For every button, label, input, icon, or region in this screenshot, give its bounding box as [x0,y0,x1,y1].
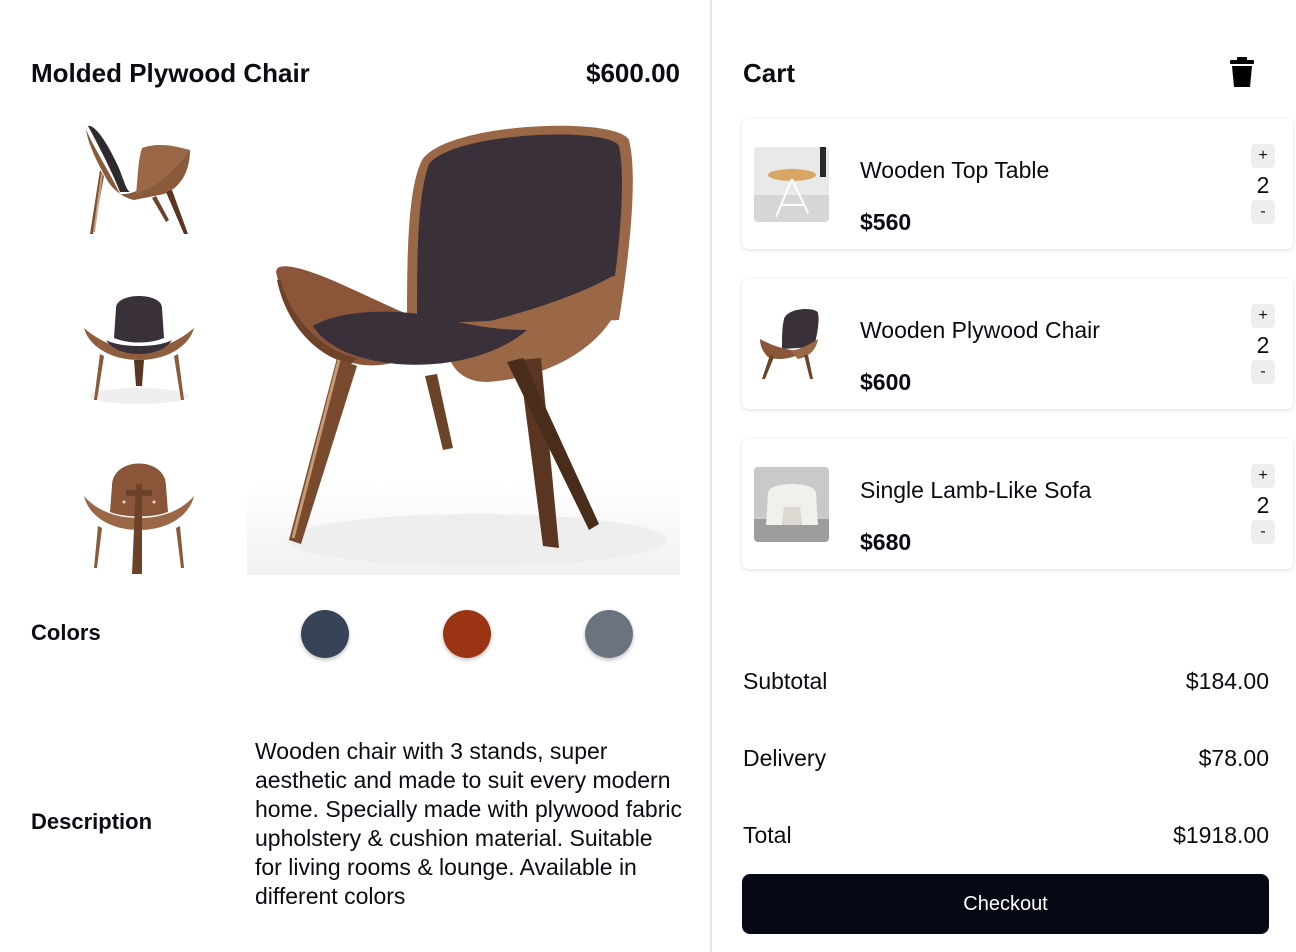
quantity-value: 2 [1256,172,1270,198]
cart-item-price: $600 [860,369,912,395]
total-value: $1918.00 [1173,822,1269,848]
thumbnail-back-view[interactable] [80,456,198,574]
color-swatch-gray[interactable] [585,610,633,658]
thumbnail-side-view[interactable] [80,120,198,238]
cart-item: Single Lamb-Like Sofa $680 + 2 - [742,439,1293,569]
total-label: Total [743,822,792,848]
color-swatch-slate[interactable] [301,610,349,658]
quantity-decrease-button[interactable]: - [1251,200,1275,224]
cart-item-name: Single Lamb-Like Sofa [860,477,1092,503]
cart-title: Cart [743,58,796,88]
quantity-decrease-button[interactable]: - [1251,520,1275,544]
checkout-button[interactable]: Checkout [742,874,1269,934]
colors-label: Colors [31,620,101,645]
trash-icon[interactable] [1229,56,1255,88]
cart-item-image-chair [754,307,829,382]
thumbnail-front-view[interactable] [80,288,198,406]
subtotal-value: $184.00 [1185,668,1269,694]
panel-divider [710,0,712,952]
description-label: Description [31,809,153,834]
quantity-increase-button[interactable]: + [1251,304,1275,328]
cart-item-price: $560 [860,209,912,235]
cart-item: Wooden Top Table $560 + 2 - [742,119,1293,249]
delivery-label: Delivery [743,745,827,771]
subtotal-label: Subtotal [743,668,828,694]
quantity-increase-button[interactable]: + [1251,464,1275,488]
cart-item-price: $680 [860,529,912,555]
product-title: Molded Plywood Chair [31,58,310,88]
delivery-value: $78.00 [1198,745,1269,771]
product-price: $600.00 [586,58,680,88]
cart-item: Wooden Plywood Chair $600 + 2 - [742,279,1293,409]
quantity-decrease-button[interactable]: - [1251,360,1275,384]
description-text: Wooden chair with 3 stands, super aesthe… [255,738,682,909]
quantity-value: 2 [1256,332,1270,358]
color-swatch-rust[interactable] [443,610,491,658]
quantity-increase-button[interactable]: + [1251,144,1275,168]
cart-item-image-sofa [754,467,829,542]
cart-item-name: Wooden Plywood Chair [860,317,1100,343]
product-main-image [247,120,680,575]
cart-item-name: Wooden Top Table [860,157,1050,183]
cart-item-image-table [754,147,829,222]
quantity-value: 2 [1256,492,1270,518]
